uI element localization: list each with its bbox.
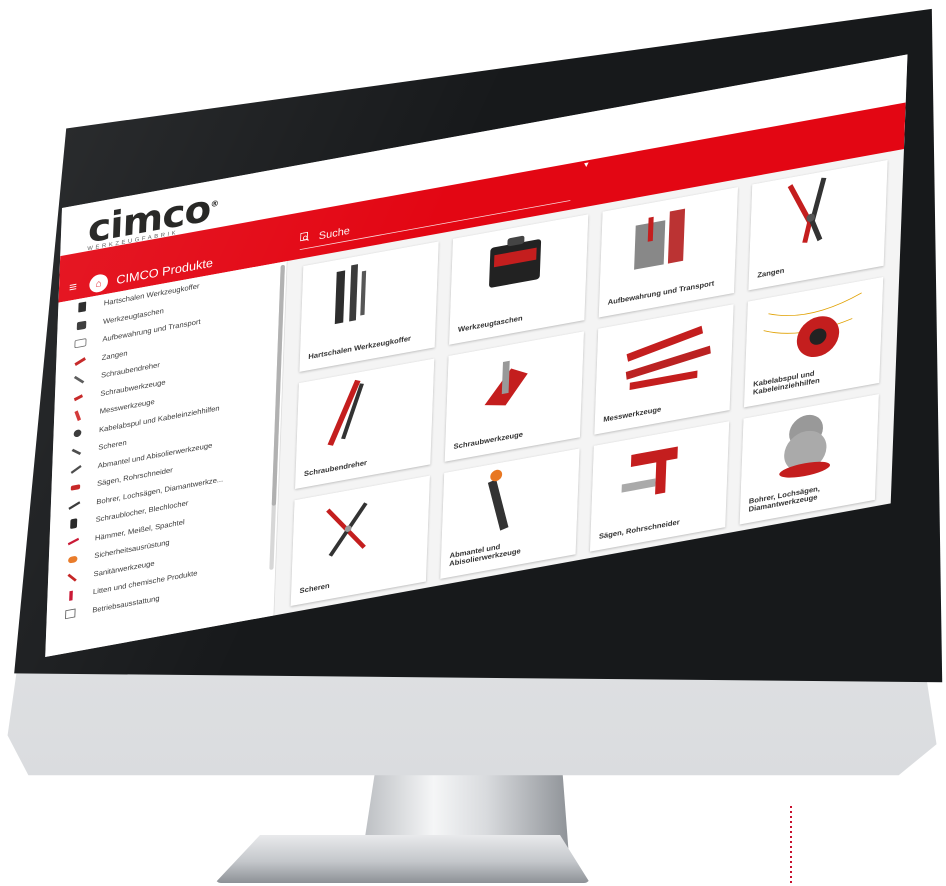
product-card[interactable]: Messwerkzeuge (594, 304, 734, 435)
product-card[interactable]: Abmantel und Abisolierwerkzeuge (440, 448, 580, 579)
drill-icon (64, 498, 85, 513)
product-image[interactable] (450, 214, 589, 312)
product-image[interactable] (599, 187, 738, 284)
equipment-icon (60, 607, 81, 622)
product-label[interactable]: Werkzeugtaschen (458, 304, 578, 334)
screwdriver-icon (69, 372, 90, 387)
sidebar-list: Hartschalen Werkzeugkoffer Werkzeugtasche… (46, 261, 286, 627)
product-image[interactable] (296, 358, 435, 456)
scissors-icon (66, 444, 87, 459)
product-card[interactable]: Sägen, Rohrschneider (589, 421, 730, 552)
saw-icon (65, 480, 86, 495)
product-card[interactable]: Werkzeugtaschen (449, 214, 589, 345)
search-icon (300, 230, 317, 245)
sidebar: Hartschalen Werkzeugkoffer Werkzeugtasche… (45, 260, 288, 658)
product-card[interactable]: Hartschalen Werkzeugkoffer (299, 241, 439, 372)
bag-icon (71, 318, 92, 333)
product-card[interactable]: Scheren (290, 475, 430, 607)
punch-icon (63, 516, 84, 531)
product-card[interactable]: Schraubendreher (295, 358, 435, 489)
product-card[interactable]: Bohrer, Lochsägen, Diamantwerkzeuge (739, 394, 879, 525)
monitor-stand-base (215, 835, 590, 883)
product-image[interactable] (300, 241, 439, 339)
product-card[interactable]: Aufbewahrung und Transport (598, 187, 738, 318)
dotted-line (790, 806, 792, 886)
product-card[interactable]: Schraubwerkzeuge (444, 331, 584, 462)
product-label[interactable]: Scheren (299, 565, 419, 594)
product-image[interactable] (595, 304, 734, 401)
product-card[interactable]: Kabelabspul und Kabeleinziehhilfen (743, 277, 884, 408)
product-image[interactable] (591, 421, 730, 518)
cable-icon (67, 426, 88, 441)
sidebar-item-label: Zangen (101, 348, 128, 362)
wrench-icon (68, 390, 89, 405)
hamburger-icon[interactable]: ≡ (69, 278, 90, 296)
product-label[interactable]: Messwerkzeuge (603, 394, 723, 424)
product-label[interactable]: Hartschalen Werkzeugkoffer (308, 331, 428, 361)
product-label[interactable]: Schraubwerkzeuge (453, 421, 573, 451)
case-icon (71, 300, 92, 315)
product-label[interactable]: Schraubendreher (304, 448, 424, 477)
home-icon[interactable]: ⌂ (89, 272, 109, 294)
chemical-icon (61, 589, 82, 604)
product-image[interactable] (749, 159, 888, 257)
product-card[interactable]: Zangen (748, 159, 888, 291)
ruler-icon (67, 408, 88, 423)
monitor: www.cimco.de ♥ cimco® WERKZEUGFABRIK (0, 0, 946, 886)
product-image[interactable] (291, 475, 430, 573)
hammer-icon (63, 534, 84, 549)
product-label[interactable]: Zangen (757, 249, 877, 279)
pliers-icon (69, 354, 90, 369)
logo-registered: ® (210, 199, 219, 210)
stripper-icon (65, 462, 86, 477)
safety-icon (62, 552, 83, 567)
chevron-down-icon[interactable]: ▼ (582, 160, 590, 169)
sanitary-icon (61, 570, 82, 585)
product-image[interactable] (445, 331, 584, 429)
sidebar-item-label: Scheren (98, 438, 127, 452)
product-label[interactable]: Sägen, Rohrschneider (599, 511, 719, 541)
trolley-icon (70, 336, 91, 351)
product-label[interactable]: Aufbewahrung und Transport (608, 277, 728, 306)
